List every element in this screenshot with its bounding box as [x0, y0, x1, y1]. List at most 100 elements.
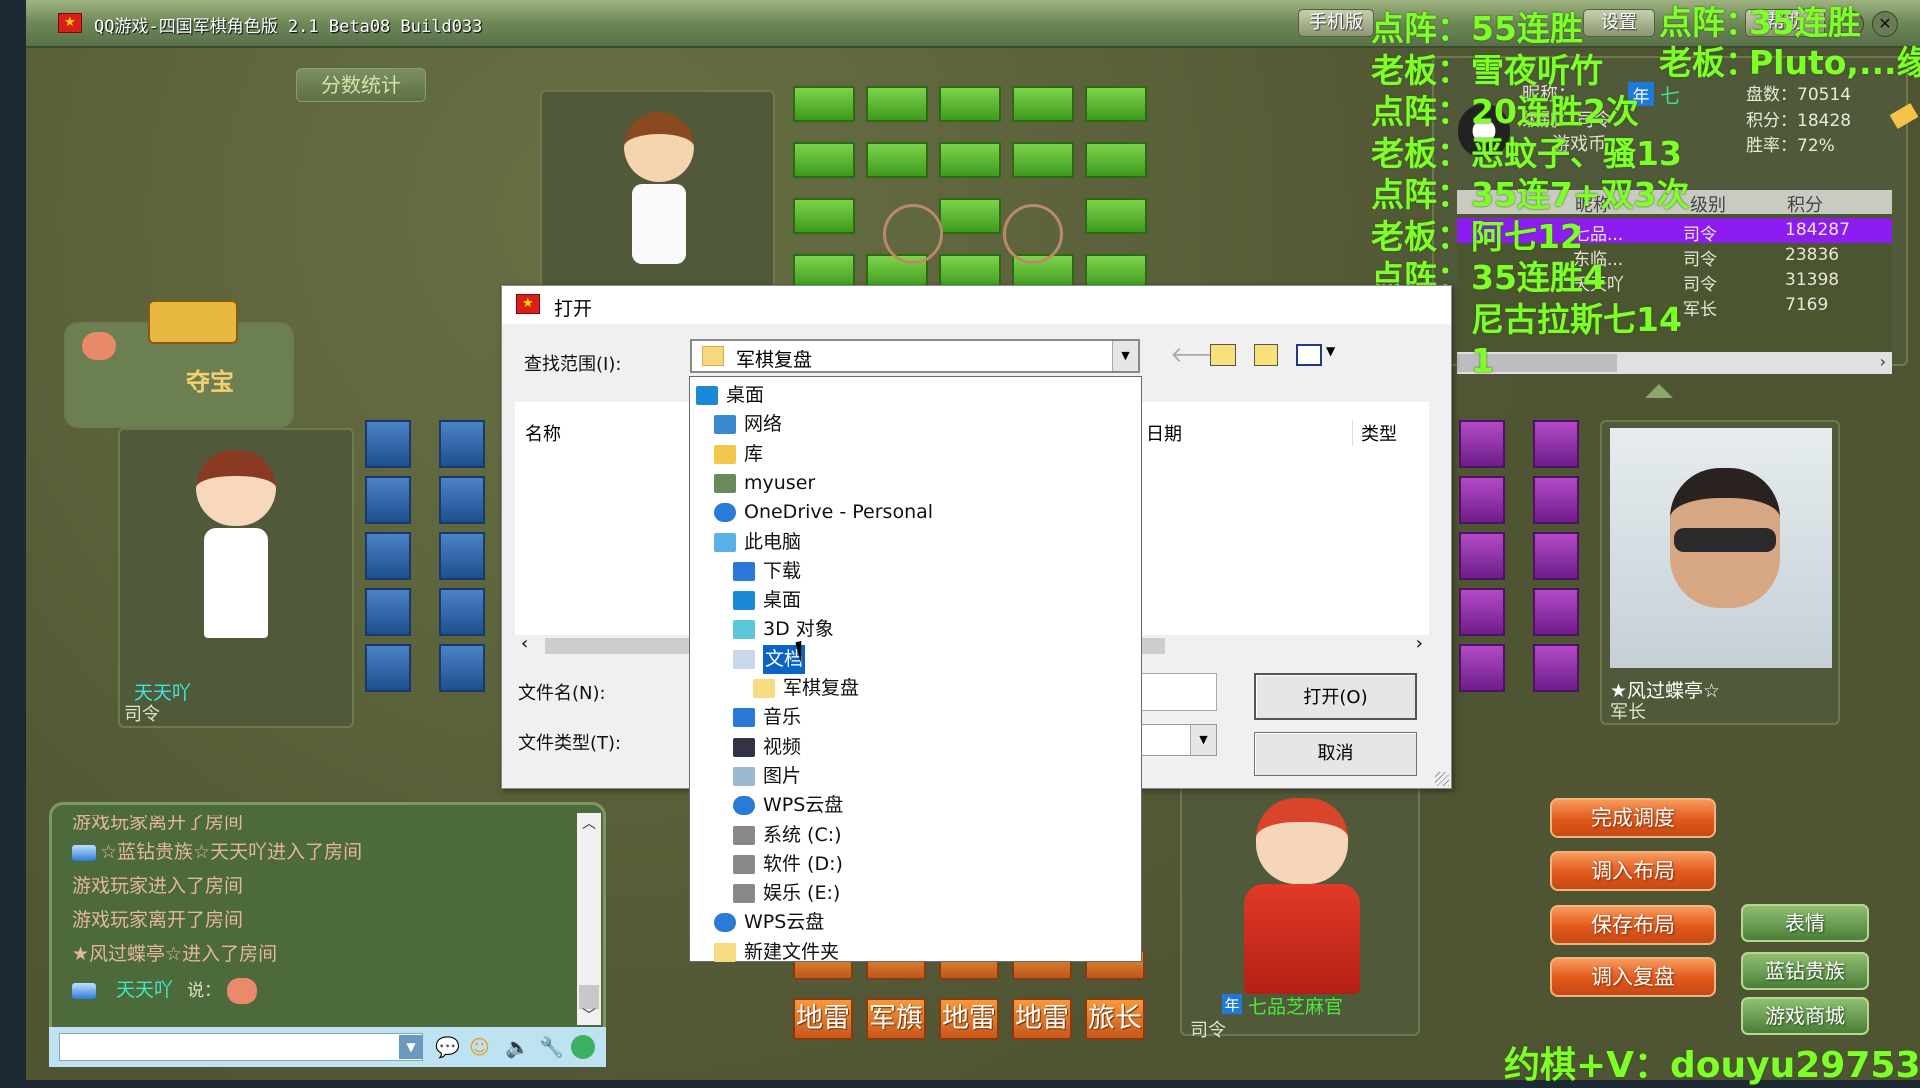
blue-diamond-button[interactable]: 蓝钻贵族: [1741, 952, 1869, 990]
up-folder-icon[interactable]: [1210, 344, 1236, 366]
board-cell[interactable]: [1459, 476, 1505, 524]
wrench-icon[interactable]: 🔧: [539, 1035, 564, 1059]
dropdown-item[interactable]: 视频: [690, 733, 1141, 762]
board-cell[interactable]: [793, 142, 855, 178]
look-in-dropdown-list[interactable]: 桌面 网络库 myuser OneDrive - Personal 此电脑 下载 桌面 3D …: [689, 376, 1142, 963]
board-cell[interactable]: [439, 644, 485, 692]
board-cell[interactable]: [1012, 86, 1074, 122]
board-cell[interactable]: [365, 532, 411, 580]
smiley-icon[interactable]: ☺: [469, 1035, 490, 1059]
camp-cell[interactable]: [1003, 204, 1063, 264]
chevron-down-icon[interactable]: ▼: [1112, 341, 1138, 371]
speech-bubble-icon[interactable]: 💬: [435, 1035, 460, 1059]
game-mall-button[interactable]: 游戏商城: [1741, 997, 1869, 1035]
dropdown-item[interactable]: 图片: [690, 762, 1141, 791]
emoticon-button[interactable]: 表情: [1741, 904, 1869, 942]
dropdown-item[interactable]: 桌面: [690, 586, 1141, 615]
save-layout-button[interactable]: 保存布局: [1550, 905, 1716, 945]
dropdown-item[interactable]: 新建文件夹: [690, 938, 1141, 967]
new-folder-icon[interactable]: [1254, 344, 1278, 366]
settings-button[interactable]: 设置: [1583, 9, 1655, 37]
load-layout-button[interactable]: 调入布局: [1550, 851, 1716, 891]
board-piece[interactable]: 地雷: [1012, 998, 1072, 1040]
dropdown-item[interactable]: myuser: [690, 469, 1141, 498]
dropdown-item[interactable]: 软件 (D:): [690, 850, 1141, 879]
column-name[interactable]: 名称: [525, 420, 561, 446]
board-piece[interactable]: 军旗: [866, 998, 926, 1040]
chevron-down-icon[interactable]: ▼: [1190, 725, 1216, 755]
table-hscrollbar[interactable]: ›: [1457, 352, 1892, 374]
board-cell[interactable]: [1533, 476, 1579, 524]
board-cell[interactable]: [365, 588, 411, 636]
speaker-name[interactable]: 天天吖: [116, 979, 173, 1001]
dropdown-item[interactable]: WPS云盘: [690, 908, 1141, 937]
chat-scrollbar[interactable]: ︿ ﹀: [577, 813, 601, 1025]
board-cell[interactable]: [866, 142, 928, 178]
view-dropdown-icon[interactable]: ▼: [1326, 344, 1335, 358]
resize-grip-icon[interactable]: [1435, 772, 1449, 786]
board-cell[interactable]: [793, 86, 855, 122]
board-cell[interactable]: [939, 86, 1001, 122]
column-date[interactable]: 日期: [1146, 420, 1182, 446]
view-menu-icon[interactable]: [1296, 344, 1322, 366]
board-cell[interactable]: [1085, 142, 1147, 178]
cancel-button[interactable]: 取消: [1254, 732, 1417, 776]
camp-cell[interactable]: [883, 204, 943, 264]
dropdown-item[interactable]: 库: [690, 440, 1141, 469]
board-cell[interactable]: [1012, 142, 1074, 178]
board-cell[interactable]: [1085, 86, 1147, 122]
look-in-combo[interactable]: 军棋复盘 ▼: [690, 339, 1140, 373]
board-cell[interactable]: [1459, 532, 1505, 580]
collapse-arrow-icon[interactable]: [1645, 384, 1673, 398]
board-cell[interactable]: [365, 476, 411, 524]
chat-input[interactable]: [59, 1033, 423, 1061]
board-cell[interactable]: [1459, 588, 1505, 636]
board-cell[interactable]: [1533, 420, 1579, 468]
dropdown-item[interactable]: 下载: [690, 557, 1141, 586]
board-cell[interactable]: [439, 588, 485, 636]
board-cell[interactable]: [1459, 644, 1505, 692]
column-type[interactable]: 类型: [1352, 420, 1397, 446]
dropdown-item[interactable]: 桌面: [690, 381, 1141, 410]
chat-history-dropdown-icon[interactable]: ▼: [399, 1035, 423, 1059]
board-cell[interactable]: [1533, 644, 1579, 692]
dropdown-item[interactable]: WPS云盘: [690, 791, 1141, 820]
header-level[interactable]: 级别: [1690, 191, 1726, 217]
board-cell[interactable]: [439, 476, 485, 524]
board-piece[interactable]: 旅长: [1085, 998, 1145, 1040]
globe-avatar-icon[interactable]: [571, 1035, 595, 1059]
bottom-player-name[interactable]: 七品芝麻官: [1248, 992, 1343, 1019]
dropdown-item[interactable]: 此电脑: [690, 528, 1141, 557]
scroll-right-icon[interactable]: ›: [1416, 633, 1423, 654]
board-cell[interactable]: [939, 198, 1001, 234]
board-cell[interactable]: [1085, 198, 1147, 234]
header-score[interactable]: 积分: [1787, 191, 1823, 217]
board-cell[interactable]: [1533, 588, 1579, 636]
dropdown-item[interactable]: OneDrive - Personal: [690, 498, 1141, 527]
score-stats-button[interactable]: 分数统计: [296, 68, 426, 102]
speaker-icon[interactable]: 🔈: [505, 1035, 530, 1059]
dropdown-item[interactable]: 娱乐 (E:): [690, 879, 1141, 908]
dropdown-item[interactable]: 网络: [690, 410, 1141, 439]
board-cell[interactable]: [439, 420, 485, 468]
scroll-right-icon[interactable]: ›: [1880, 352, 1886, 371]
board-cell[interactable]: [1459, 420, 1505, 468]
scroll-left-icon[interactable]: ‹: [521, 633, 528, 654]
dropdown-item[interactable]: 军棋复盘: [690, 674, 1141, 703]
board-piece[interactable]: 地雷: [939, 998, 999, 1040]
load-replay-button[interactable]: 调入复盘: [1550, 957, 1716, 997]
board-cell[interactable]: [439, 532, 485, 580]
board-cell[interactable]: [365, 420, 411, 468]
board-cell[interactable]: [793, 198, 855, 234]
dropdown-item[interactable]: 系统 (C:): [690, 821, 1141, 850]
board-cell[interactable]: [866, 86, 928, 122]
close-icon[interactable]: ✕: [1872, 11, 1898, 37]
dropdown-item[interactable]: 3D 对象: [690, 615, 1141, 644]
treasure-panel[interactable]: 夺宝: [64, 300, 294, 428]
board-piece[interactable]: 地雷: [793, 998, 853, 1040]
scroll-up-icon[interactable]: ︿: [577, 813, 601, 833]
scroll-down-icon[interactable]: ﹀: [577, 1005, 601, 1025]
board-cell[interactable]: [1533, 532, 1579, 580]
mobile-button[interactable]: 手机版: [1298, 9, 1374, 37]
board-cell[interactable]: [939, 142, 1001, 178]
